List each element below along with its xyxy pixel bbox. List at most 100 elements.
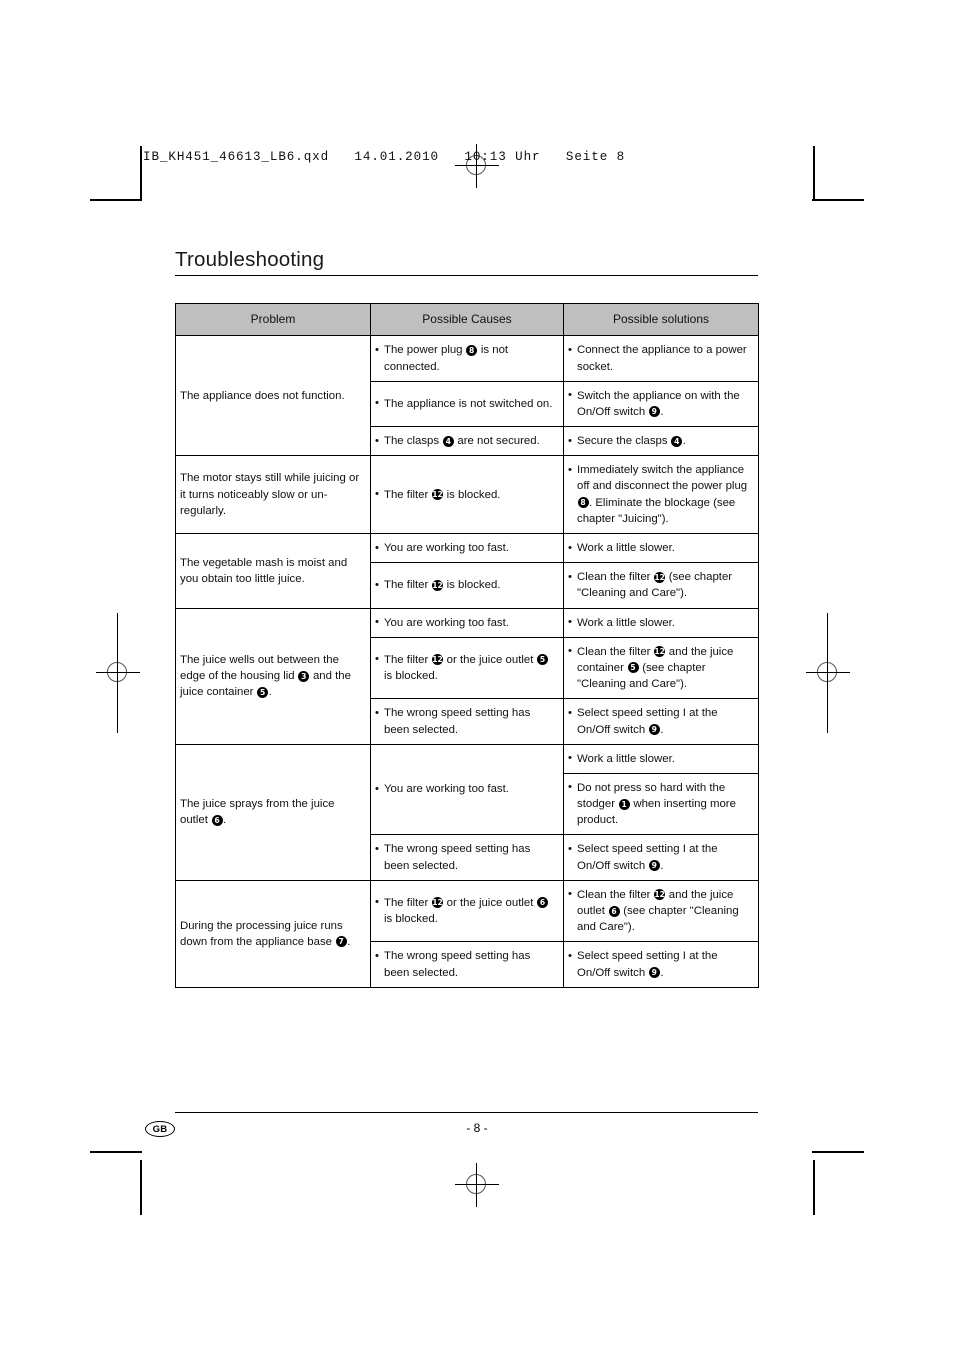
cell-cause: The filter 12 is blocked. bbox=[370, 562, 564, 609]
solution-list: Do not press so hard with the stodger 1 … bbox=[568, 779, 753, 829]
solution-list: Clean the filter 12 and the juice outlet… bbox=[568, 886, 753, 936]
solution-list: Clean the filter 12 (see chapter "Cleani… bbox=[568, 569, 753, 601]
list-item: The wrong speed setting has been selecte… bbox=[375, 948, 558, 980]
page-title: Troubleshooting bbox=[175, 248, 325, 271]
part-number-badge: 9 bbox=[648, 724, 660, 736]
solution-list: Work a little slower. bbox=[568, 540, 753, 556]
list-item: Immediately switch the appliance off and… bbox=[568, 462, 753, 527]
list-item: The appliance is not switched on. bbox=[375, 395, 558, 412]
list-item: Switch the appliance on with the On/Off … bbox=[568, 387, 753, 420]
cell-solution: Secure the clasps 4. bbox=[563, 426, 759, 457]
cell-cause: You are working too fast. bbox=[370, 743, 564, 836]
cell-problem: The appliance does not function. bbox=[175, 335, 371, 457]
part-number-badge: 3 bbox=[298, 670, 310, 682]
cause-list: The wrong speed setting has been selecte… bbox=[375, 948, 558, 980]
cell-cause: The wrong speed setting has been selecte… bbox=[370, 941, 564, 988]
part-number-badge: 6 bbox=[211, 814, 223, 826]
list-item: Connect the appliance to a power socket. bbox=[568, 342, 753, 374]
cell-solution: Clean the filter 12 and the juice contai… bbox=[563, 636, 759, 700]
cell-problem: The vegetable mash is moist and you obta… bbox=[175, 533, 371, 609]
cell-cause: The appliance is not switched on. bbox=[370, 380, 564, 428]
crop-mark-top-right-vertical bbox=[813, 146, 815, 201]
solution-list: Work a little slower. bbox=[568, 750, 753, 767]
list-item: The wrong speed setting has been selecte… bbox=[375, 841, 558, 873]
cell-cause: The wrong speed setting has been selecte… bbox=[370, 834, 564, 881]
cell-cause: The wrong speed setting has been selecte… bbox=[370, 698, 564, 745]
column-header-causes: Possible Causes bbox=[370, 303, 564, 337]
list-item: Clean the filter 12 (see chapter "Cleani… bbox=[568, 569, 753, 601]
cell-solution: Immediately switch the appliance off and… bbox=[563, 455, 759, 535]
column-header-solutions: Possible solutions bbox=[563, 303, 759, 337]
cause-list: The filter 12 is blocked. bbox=[375, 577, 558, 593]
table-row: During the processing juice runs down fr… bbox=[175, 879, 759, 988]
cell-cause: You are working too fast. bbox=[370, 533, 564, 564]
solution-list: Select speed setting I at the On/Off swi… bbox=[568, 705, 753, 737]
list-item: Work a little slower. bbox=[568, 750, 753, 767]
registration-mark-bottom bbox=[455, 1163, 499, 1207]
part-number-badge: 12 bbox=[431, 489, 443, 501]
part-number-badge: 7 bbox=[335, 936, 347, 948]
list-item: Secure the clasps 4. bbox=[568, 433, 753, 449]
cause-list: The power plug 8 is not connected. bbox=[375, 342, 558, 374]
part-number-badge: 4 bbox=[442, 435, 454, 447]
list-item: You are working too fast. bbox=[375, 614, 558, 631]
cell-cause: You are working too fast. bbox=[370, 607, 564, 638]
list-item: The wrong speed setting has been selecte… bbox=[375, 705, 558, 737]
list-item: The filter 12 or the juice outlet 6 is b… bbox=[375, 894, 558, 927]
cell-cause: The clasps 4 are not secured. bbox=[370, 426, 564, 457]
part-number-badge: 9 bbox=[648, 967, 660, 979]
part-number-badge: 5 bbox=[537, 654, 549, 666]
part-number-badge: 12 bbox=[654, 889, 666, 901]
list-item: Clean the filter 12 and the juice outlet… bbox=[568, 886, 753, 936]
cause-list: The filter 12 is blocked. bbox=[375, 486, 558, 503]
cell-solution: Clean the filter 12 (see chapter "Cleani… bbox=[563, 562, 759, 609]
list-item: Work a little slower. bbox=[568, 540, 753, 556]
part-number-badge: 6 bbox=[537, 897, 549, 909]
cause-list: You are working too fast. bbox=[375, 540, 558, 556]
solution-list: Work a little slower. bbox=[568, 614, 753, 631]
part-number-badge: 12 bbox=[431, 654, 443, 666]
table-body: The appliance does not function.The powe… bbox=[175, 335, 759, 988]
cell-solution: Connect the appliance to a power socket. bbox=[563, 335, 759, 382]
crop-mark-bottom-right-vertical bbox=[813, 1160, 815, 1215]
table-header-row: Problem Possible Causes Possible solutio… bbox=[175, 303, 759, 337]
cell-cause: The filter 12 is blocked. bbox=[370, 455, 564, 535]
part-number-badge: 12 bbox=[654, 646, 666, 658]
cause-list: The clasps 4 are not secured. bbox=[375, 433, 558, 449]
cause-list: You are working too fast. bbox=[375, 614, 558, 631]
solution-list: Connect the appliance to a power socket. bbox=[568, 342, 753, 374]
cause-list: The wrong speed setting has been selecte… bbox=[375, 705, 558, 737]
page-content: Troubleshooting Problem Possible Causes … bbox=[175, 248, 759, 988]
list-item: The clasps 4 are not secured. bbox=[375, 433, 558, 449]
cell-solution: Work a little slower. bbox=[563, 533, 759, 564]
cause-list: You are working too fast. bbox=[375, 781, 558, 797]
part-number-badge: 12 bbox=[654, 571, 666, 583]
part-number-badge: 8 bbox=[577, 497, 589, 509]
list-item: Select speed setting I at the On/Off swi… bbox=[568, 948, 753, 980]
crop-mark-top-left-vertical bbox=[140, 146, 142, 201]
list-item: You are working too fast. bbox=[375, 540, 558, 556]
list-item: Work a little slower. bbox=[568, 614, 753, 631]
cell-solution: Do not press so hard with the stodger 1 … bbox=[563, 772, 759, 836]
table-row: The appliance does not function.The powe… bbox=[175, 335, 759, 457]
cell-solution: Select speed setting I at the On/Off swi… bbox=[563, 698, 759, 745]
cell-problem: The motor stays still while juicing or i… bbox=[175, 455, 371, 535]
cell-cause: The power plug 8 is not connected. bbox=[370, 335, 564, 382]
cell-solution: Work a little slower. bbox=[563, 607, 759, 638]
print-file-header: IB_KH451_46613_LB6.qxd 14.01.2010 10:13 … bbox=[143, 150, 626, 164]
list-item: The filter 12 or the juice outlet 5 is b… bbox=[375, 651, 558, 684]
troubleshooting-table: Problem Possible Causes Possible solutio… bbox=[175, 303, 759, 988]
list-item: The power plug 8 is not connected. bbox=[375, 342, 558, 374]
cell-cause: The filter 12 or the juice outlet 5 is b… bbox=[370, 636, 564, 700]
cause-list: The appliance is not switched on. bbox=[375, 395, 558, 412]
table-row: The vegetable mash is moist and you obta… bbox=[175, 533, 759, 609]
solution-list: Clean the filter 12 and the juice contai… bbox=[568, 643, 753, 693]
list-item: Select speed setting I at the On/Off swi… bbox=[568, 705, 753, 737]
table-row: The motor stays still while juicing or i… bbox=[175, 455, 759, 535]
cell-solution: Clean the filter 12 and the juice outlet… bbox=[563, 879, 759, 943]
cell-problem: The juice wells out between the edge of … bbox=[175, 607, 371, 745]
part-number-badge: 9 bbox=[648, 406, 660, 418]
part-number-badge: 5 bbox=[257, 686, 269, 698]
cause-list: The wrong speed setting has been selecte… bbox=[375, 841, 558, 873]
solution-list: Secure the clasps 4. bbox=[568, 433, 753, 449]
